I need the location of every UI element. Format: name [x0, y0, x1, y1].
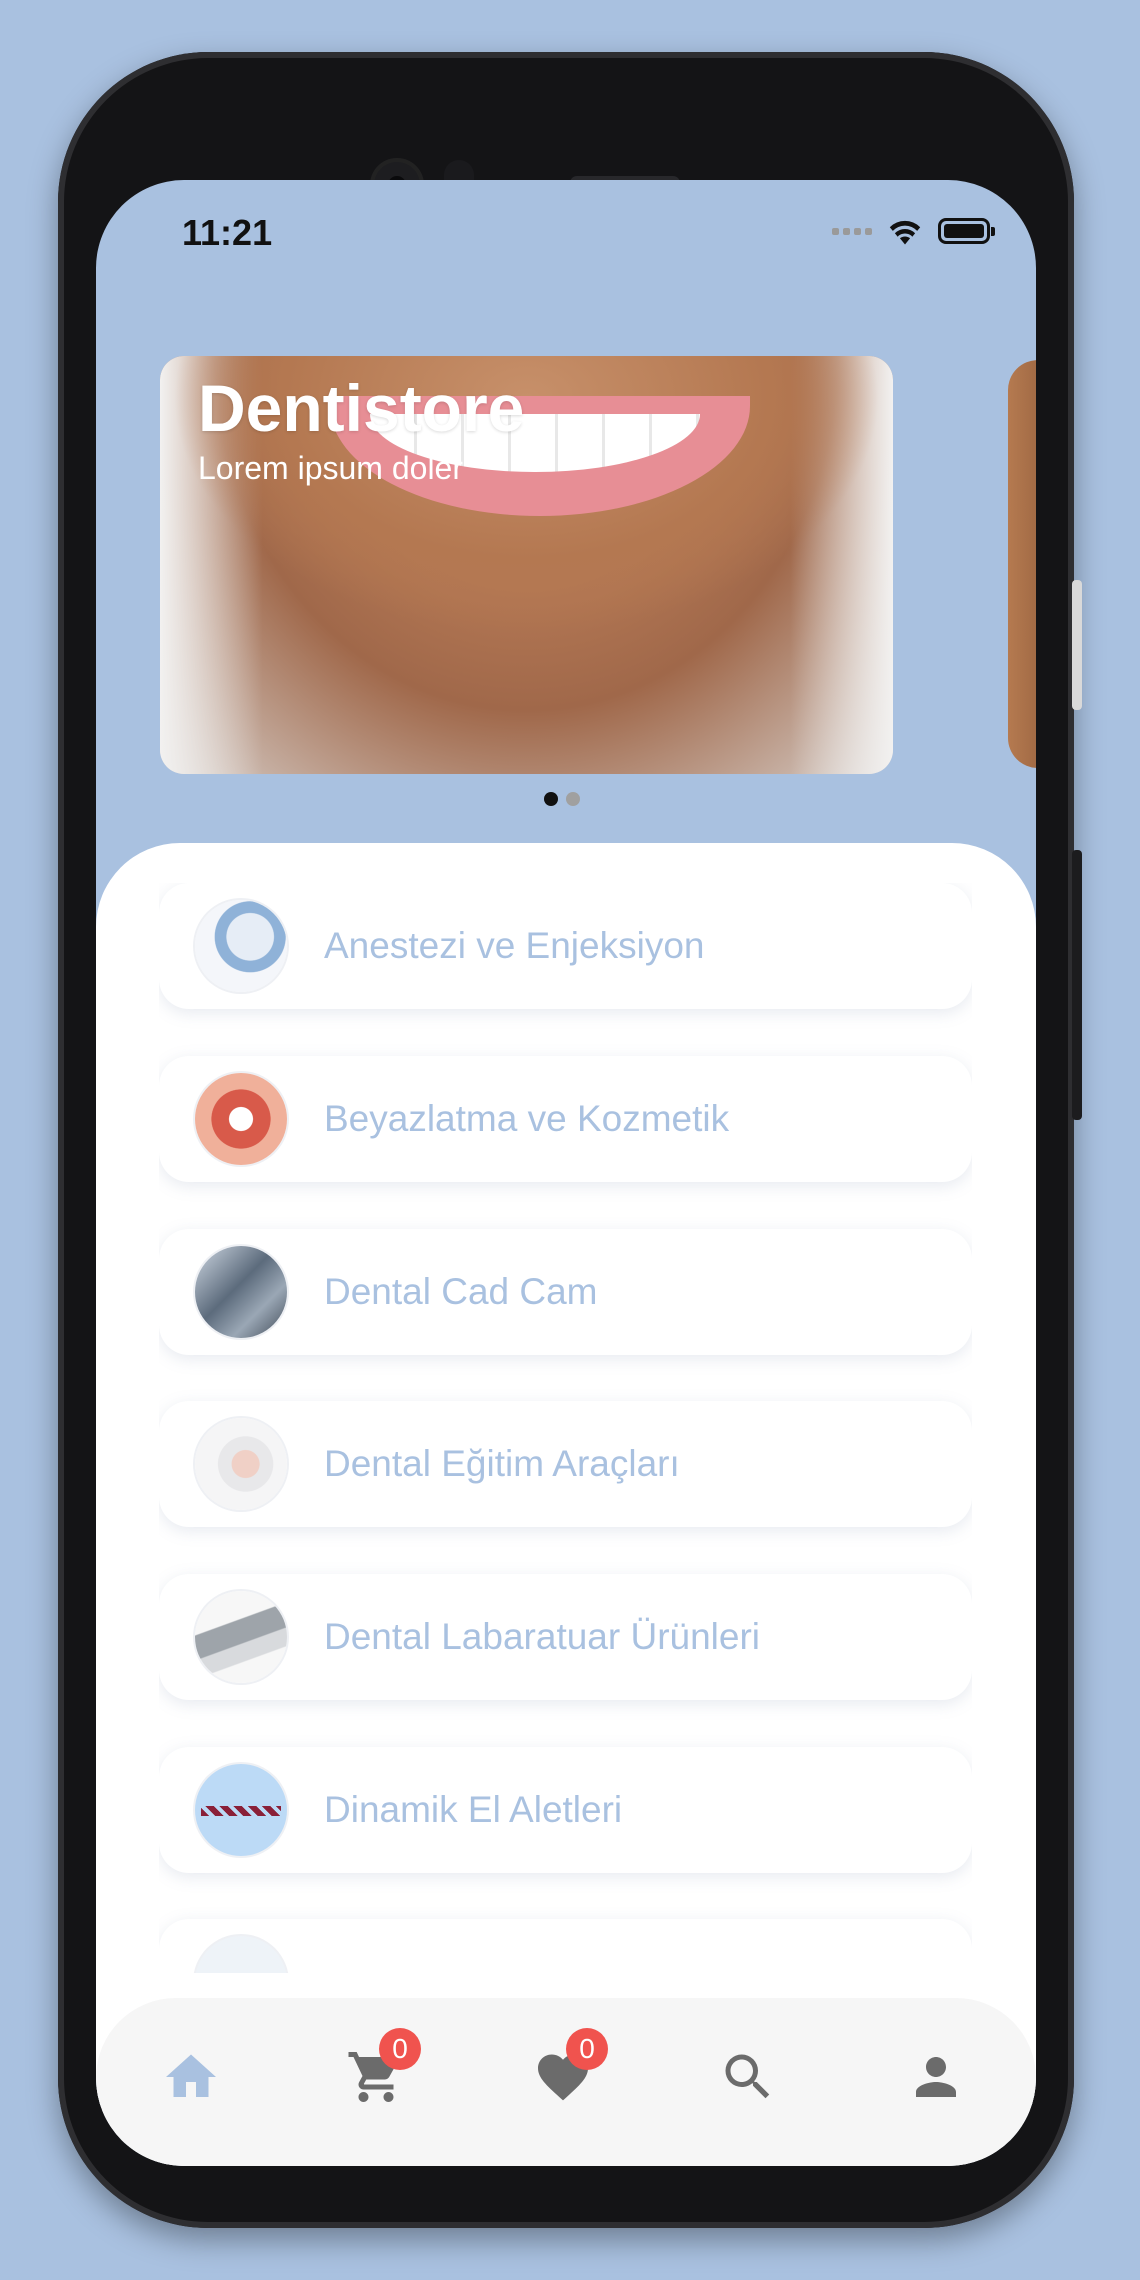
smile-thumbnail	[195, 1073, 287, 1165]
category-item[interactable]	[159, 1919, 972, 1973]
category-label: Dental Eğitim Araçları	[324, 1443, 680, 1484]
cart-count-badge: 0	[379, 2028, 421, 2070]
nav-home-button[interactable]	[146, 2032, 236, 2122]
category-item[interactable]: Dental Cad Cam	[159, 1229, 972, 1355]
handpiece-thumbnail	[195, 1764, 287, 1856]
search-icon	[725, 2054, 770, 2099]
category-item[interactable]: Dental Eğitim Araçları	[159, 1401, 972, 1527]
nav-profile-button[interactable]	[891, 2032, 981, 2122]
next-banner-peek[interactable]	[1008, 360, 1036, 768]
home-icon	[166, 2054, 216, 2097]
injection-thumbnail	[195, 900, 287, 992]
bottom-navigation: 0 0	[96, 1998, 1036, 2166]
category-panel: Anestezi ve Enjeksiyon Beyazlatma ve Koz…	[96, 843, 1036, 2166]
status-time: 11:21	[182, 212, 273, 253]
status-icons	[832, 216, 995, 246]
category-item[interactable]: Dental Labaratuar Ürünleri	[159, 1574, 972, 1700]
category-list[interactable]: Anestezi ve Enjeksiyon Beyazlatma ve Koz…	[159, 883, 972, 1973]
category-item[interactable]: Beyazlatma ve Kozmetik	[159, 1056, 972, 1182]
battery-icon	[938, 218, 995, 244]
partial-thumbnail	[195, 1936, 287, 1973]
nav-favorites-button[interactable]: 0	[518, 2028, 608, 2122]
carousel-dot-active[interactable]	[544, 792, 558, 806]
nav-cart-button[interactable]: 0	[331, 2028, 421, 2122]
favorites-count-badge: 0	[566, 2028, 608, 2070]
person-icon	[916, 2057, 956, 2097]
wifi-icon	[889, 220, 921, 245]
carousel-indicator	[544, 792, 580, 806]
dental-model-thumbnail	[195, 1418, 287, 1510]
nav-search-button[interactable]	[703, 2032, 793, 2122]
app-screen: 11:21 Dentistore Lorem ipsum doler Anest…	[96, 180, 1036, 2166]
category-item[interactable]: Anestezi ve Enjeksiyon	[159, 883, 972, 1009]
category-label: Dental Labaratuar Ürünleri	[324, 1616, 761, 1657]
carousel-dot[interactable]	[566, 792, 580, 806]
category-label: Anestezi ve Enjeksiyon	[324, 925, 705, 966]
banner-title: Dentistore	[198, 371, 525, 445]
lab-device-thumbnail	[195, 1591, 287, 1683]
volume-button	[1072, 850, 1082, 1120]
category-label: Dinamik El Aletleri	[324, 1789, 623, 1830]
promo-banner[interactable]: Dentistore Lorem ipsum doler	[160, 356, 893, 774]
category-label: Dental Cad Cam	[324, 1271, 598, 1312]
power-button	[1072, 580, 1082, 710]
cad-cam-machine-thumbnail	[195, 1246, 287, 1338]
category-label: Beyazlatma ve Kozmetik	[324, 1098, 730, 1139]
category-item[interactable]: Dinamik El Aletleri	[159, 1747, 972, 1873]
cellular-signal-icon	[832, 227, 872, 235]
banner-subtitle: Lorem ipsum doler	[198, 450, 463, 486]
